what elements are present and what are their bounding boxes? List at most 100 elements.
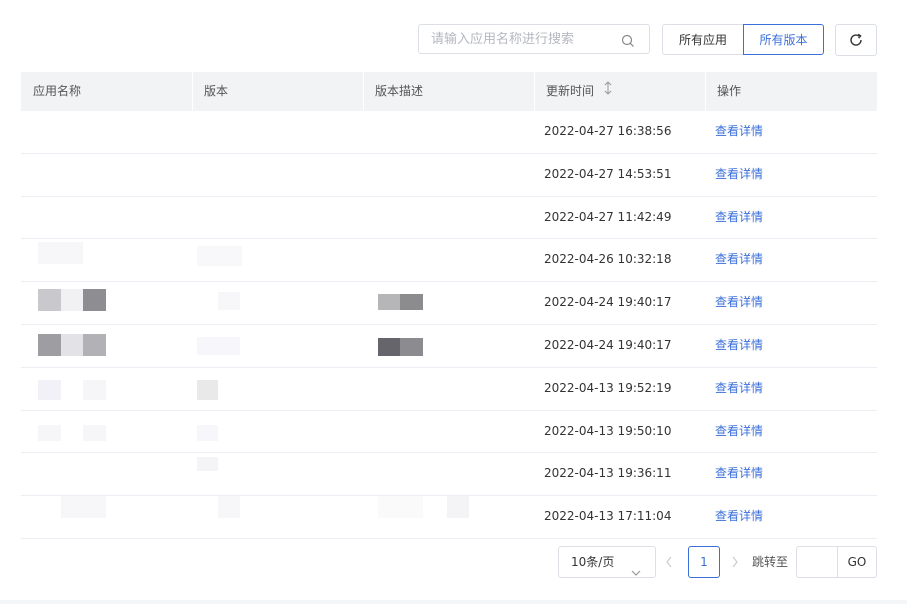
column-header-app-name: 应用名称 <box>33 84 82 98</box>
view-details-link[interactable]: 查看详情 <box>715 124 763 138</box>
search-icon[interactable] <box>621 33 635 47</box>
redacted-block <box>38 379 61 400</box>
jump-to-label: 跳转至 <box>752 555 789 569</box>
actions-cell: 查看详情 <box>705 411 877 453</box>
table-row: 2022-04-26 10:32:18 查看详情 <box>21 239 877 283</box>
redacted-block <box>38 242 83 265</box>
table-header: 应用名称 版本 版本描述 更新时间 操作 <box>21 72 877 111</box>
main-panel: 所有应用 所有版本 应用名称 版本 版本描述 更新时间 操作 2022- <box>0 0 907 600</box>
version-cell <box>192 239 363 281</box>
redacted-block <box>61 333 83 356</box>
table-row: 2022-04-27 11:42:49 查看详情 <box>21 197 877 240</box>
search-input[interactable] <box>419 25 643 53</box>
redacted-block <box>378 294 400 311</box>
app-name-cell <box>21 453 192 495</box>
version-cell <box>192 368 363 410</box>
chevron-down-icon <box>631 558 641 588</box>
table-row: 2022-04-13 19:52:19 查看详情 <box>21 368 877 411</box>
updated-time-cell: 2022-04-27 16:38:56 <box>544 124 672 138</box>
search-box[interactable] <box>418 24 650 54</box>
refresh-icon <box>836 32 876 48</box>
page-number-current[interactable]: 1 <box>688 546 720 578</box>
column-header-updated-time[interactable]: 更新时间 <box>534 72 705 111</box>
next-page-icon[interactable] <box>730 554 740 574</box>
description-cell <box>363 197 534 239</box>
redacted-block <box>378 337 400 356</box>
updated-time-cell: 2022-04-24 19:40:17 <box>544 337 672 352</box>
description-cell <box>363 453 534 495</box>
updated-time-cell: 2022-04-27 14:53:51 <box>544 166 672 181</box>
actions-cell: 查看详情 <box>705 154 877 196</box>
description-cell <box>363 368 534 410</box>
all-apps-button[interactable]: 所有应用 <box>662 24 743 55</box>
version-filter-group: 所有应用 所有版本 <box>662 24 824 55</box>
view-details-link[interactable]: 查看详情 <box>715 295 763 309</box>
view-details-link[interactable]: 查看详情 <box>715 424 763 438</box>
column-header-actions: 操作 <box>705 72 877 111</box>
actions-cell: 查看详情 <box>705 111 877 153</box>
actions-cell: 查看详情 <box>705 239 877 281</box>
jump-page-input[interactable] <box>796 546 838 578</box>
redacted-block <box>38 289 61 312</box>
actions-cell: 查看详情 <box>705 325 877 367</box>
view-details-link[interactable]: 查看详情 <box>715 509 763 523</box>
all-versions-button[interactable]: 所有版本 <box>743 24 824 55</box>
table-row: 2022-04-13 19:36:11 查看详情 <box>21 453 877 497</box>
version-cell <box>192 197 363 239</box>
column-header-version: 版本 <box>192 72 363 111</box>
app-name-cell <box>21 368 192 410</box>
description-cell <box>363 325 534 367</box>
table-row: 2022-04-24 19:40:17 查看详情 <box>21 325 877 368</box>
sort-icon[interactable] <box>604 72 612 111</box>
redacted-block <box>218 496 240 519</box>
redacted-block <box>400 294 423 311</box>
view-details-link[interactable]: 查看详情 <box>715 167 763 181</box>
description-cell <box>363 282 534 324</box>
app-name-cell <box>21 325 192 367</box>
updated-time-cell: 2022-04-13 19:52:19 <box>544 380 672 395</box>
actions-cell: 查看详情 <box>705 368 877 410</box>
redacted-block <box>400 337 423 356</box>
prev-page-icon[interactable] <box>664 554 674 574</box>
updated-time-label: 更新时间 <box>546 84 595 98</box>
table-row: 2022-04-27 16:38:56 查看详情 <box>21 111 877 154</box>
view-details-link[interactable]: 查看详情 <box>715 381 763 395</box>
view-details-link[interactable]: 查看详情 <box>715 338 763 352</box>
redacted-block <box>197 457 218 472</box>
app-name-cell <box>21 111 192 153</box>
description-cell <box>363 154 534 196</box>
view-details-link[interactable]: 查看详情 <box>715 210 763 224</box>
refresh-button[interactable] <box>835 24 877 56</box>
actions-cell: 查看详情 <box>705 453 877 495</box>
description-cell <box>363 411 534 453</box>
redacted-block <box>197 246 242 267</box>
version-cell <box>192 282 363 324</box>
redacted-block <box>378 496 423 519</box>
table-row: 2022-04-13 17:11:04 查看详情 <box>21 496 877 539</box>
app-name-cell <box>21 197 192 239</box>
actions-cell: 查看详情 <box>705 496 877 538</box>
page-size-select[interactable]: 10条/页 <box>558 546 656 578</box>
app-name-cell <box>21 496 192 538</box>
updated-time-cell: 2022-04-27 11:42:49 <box>544 209 672 224</box>
updated-time-cell: 2022-04-13 17:11:04 <box>544 509 672 524</box>
table-row: 2022-04-24 19:40:17 查看详情 <box>21 282 877 325</box>
redacted-block <box>197 379 218 400</box>
description-cell <box>363 111 534 153</box>
actions-cell: 查看详情 <box>705 282 877 324</box>
toolbar: 所有应用 所有版本 <box>0 24 907 56</box>
description-cell <box>363 239 534 281</box>
table-row: 2022-04-27 14:53:51 查看详情 <box>21 154 877 197</box>
redacted-block <box>38 333 61 356</box>
redacted-block <box>83 379 106 400</box>
redacted-block <box>197 336 240 355</box>
version-cell <box>192 154 363 196</box>
view-details-link[interactable]: 查看详情 <box>715 252 763 266</box>
version-cell <box>192 111 363 153</box>
version-cell <box>192 496 363 538</box>
redacted-block <box>197 424 218 441</box>
app-name-cell <box>21 411 192 453</box>
redacted-block <box>447 496 469 519</box>
view-details-link[interactable]: 查看详情 <box>715 466 763 480</box>
go-button[interactable]: GO <box>837 546 877 578</box>
